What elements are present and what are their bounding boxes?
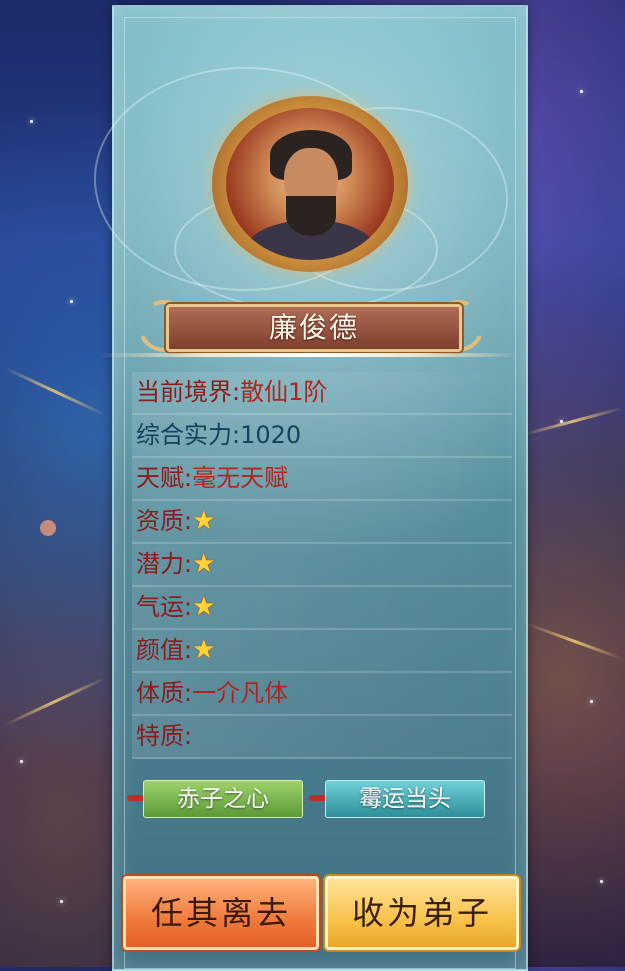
stat-row-looks: 颜值:★ <box>132 630 512 673</box>
star-icon: ★ <box>192 592 216 622</box>
character-name: 廉俊德 <box>166 304 462 352</box>
stat-row-aptitude: 资质:★ <box>132 501 512 544</box>
name-banner: 廉俊德 <box>130 292 492 360</box>
stat-row-power: 综合实力:1020 <box>132 415 512 458</box>
stat-row-constitution: 体质:一介凡体 <box>132 673 512 716</box>
stat-label: 体质: <box>136 679 193 707</box>
trait-tag[interactable]: 霉运当头 <box>325 780 485 818</box>
stat-label: 天赋: <box>136 464 193 492</box>
stat-label: 综合实力: <box>136 421 241 449</box>
dismiss-button[interactable]: 任其离去 <box>123 876 319 950</box>
stat-row-talent: 天赋:毫无天赋 <box>132 458 512 501</box>
star-icon: ★ <box>192 506 216 536</box>
light-streak <box>4 366 106 417</box>
character-portrait <box>212 96 412 276</box>
star-icon: ★ <box>192 549 216 579</box>
stat-value: 毫无天赋 <box>192 464 289 492</box>
stat-label: 资质: <box>136 507 193 535</box>
stat-value: 散仙1阶 <box>240 378 328 406</box>
stat-label: 潜力: <box>136 550 193 578</box>
light-streak <box>527 622 623 661</box>
divider <box>100 353 520 357</box>
portrait-image <box>226 108 394 260</box>
stat-row-potential: 潜力:★ <box>132 544 512 587</box>
stat-row-traits: 特质: <box>132 716 512 759</box>
trait-tag[interactable]: 赤子之心 <box>143 780 303 818</box>
light-streak <box>521 406 624 437</box>
stat-label: 当前境界: <box>136 378 241 406</box>
accept-disciple-button[interactable]: 收为弟子 <box>325 876 519 950</box>
light-streak <box>4 676 106 727</box>
trait-tags: 赤子之心 霉运当头 <box>127 780 507 820</box>
stat-label: 气运: <box>136 593 193 621</box>
star-icon: ★ <box>192 635 216 665</box>
stat-row-realm: 当前境界:散仙1阶 <box>132 372 512 415</box>
stats-list: 当前境界:散仙1阶 综合实力:1020 天赋:毫无天赋 资质:★ 潜力:★ 气运… <box>132 372 512 759</box>
stat-row-luck: 气运:★ <box>132 587 512 630</box>
stat-label: 颜值: <box>136 636 193 664</box>
stat-value: 1020 <box>240 421 302 449</box>
stat-label: 特质: <box>136 722 193 750</box>
stat-value: 一介凡体 <box>192 679 289 707</box>
